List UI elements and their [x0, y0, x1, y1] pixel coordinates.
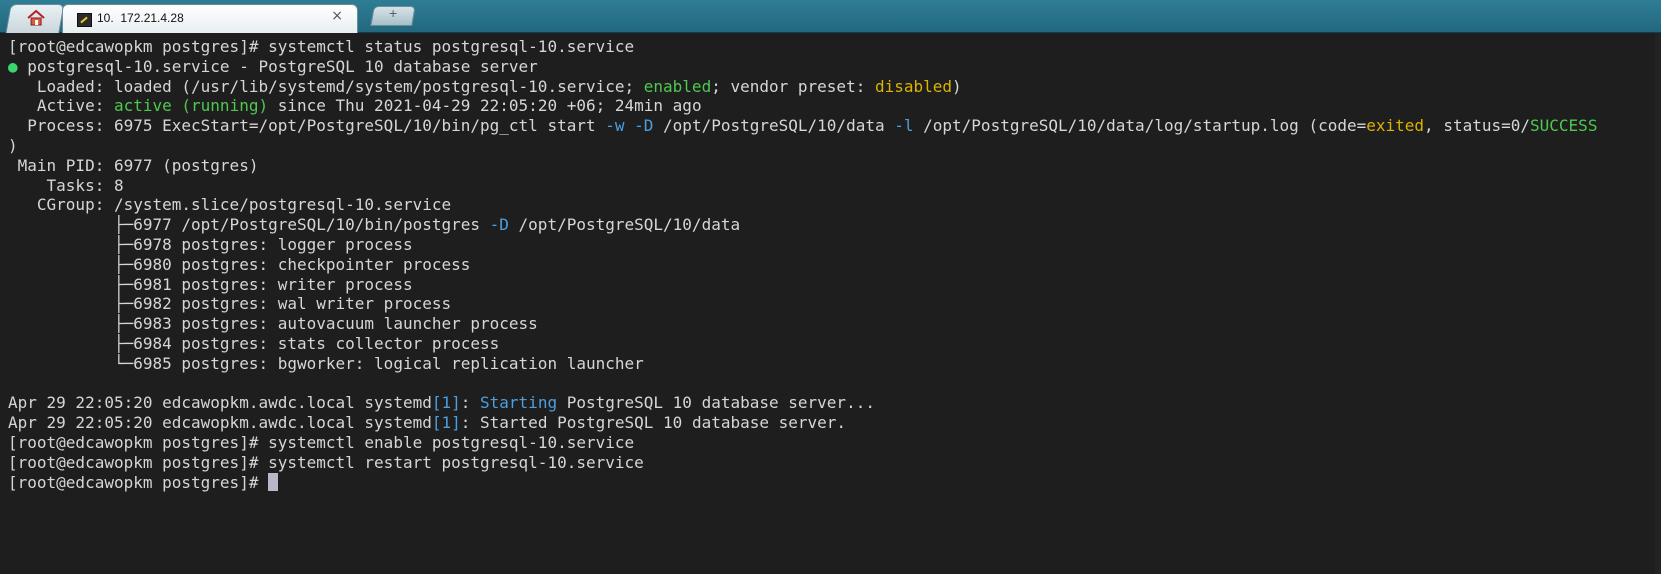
terminal[interactable]: [root@edcawopkm postgres]# systemctl sta… — [0, 33, 1661, 574]
terminal-text: Tasks: 8 — [8, 175, 124, 195]
terminal-text: /opt/PostgreSQL/10/data/log/startup.log … — [913, 116, 1367, 136]
terminal-line: ├─6982 postgres: wal writer process — [8, 294, 1597, 314]
terminal-line: Apr 29 22:05:20 edcawopkm.awdc.local sys… — [8, 393, 1597, 413]
plus-icon: + — [388, 7, 398, 20]
terminal-line: ├─6980 postgres: checkpointer process — [8, 255, 1597, 275]
terminal-line: CGroup: /system.slice/postgresql-10.serv… — [8, 195, 1597, 215]
terminal-output: [root@edcawopkm postgres]# systemctl sta… — [8, 37, 1597, 492]
terminal-text: : Started PostgreSQL 10 database server. — [460, 413, 847, 433]
terminal-text: : — [460, 393, 481, 413]
terminal-text: Process: 6975 ExecStart=/opt/PostgreSQL/… — [8, 116, 606, 136]
terminal-text: ● — [8, 56, 28, 76]
terminal-text: [root@edcawopkm postgres]# systemctl sta… — [8, 37, 635, 56]
terminal-text: active (running) — [113, 96, 269, 116]
terminal-line: ├─6978 postgres: logger process — [8, 235, 1597, 255]
terminal-line: ├─6977 /opt/PostgreSQL/10/bin/postgres -… — [8, 215, 1597, 235]
terminal-text: [1] — [431, 413, 461, 433]
terminal-line: ) — [8, 136, 1597, 156]
terminal-text: PostgreSQL 10 database server... — [557, 393, 875, 413]
terminal-line: └─6985 postgres: bgworker: logical repli… — [8, 354, 1597, 374]
terminal-text: Active: — [8, 96, 114, 116]
terminal-text: Main PID: 6977 (postgres) — [8, 155, 259, 175]
terminal-text: Apr 29 22:05:20 edcawopkm.awdc.local sys… — [8, 393, 432, 413]
home-tab[interactable] — [5, 4, 65, 33]
terminal-text: Starting — [480, 393, 558, 413]
terminal-text: /opt/PostgreSQL/10/data — [508, 215, 741, 235]
terminal-text: since Thu 2021-04-29 22:05:20 +06; 24min… — [268, 96, 702, 116]
terminal-text: ) — [8, 135, 18, 155]
terminal-text: postgresql-10.service - PostgreSQL 10 da… — [27, 56, 538, 76]
terminal-text: ) — [952, 76, 962, 96]
terminal-line: ├─6984 postgres: stats collector process — [8, 334, 1597, 354]
terminal-text: [root@edcawopkm postgres]# — [8, 472, 269, 492]
terminal-line: Apr 29 22:05:20 edcawopkm.awdc.local sys… — [8, 413, 1597, 433]
terminal-line: [root@edcawopkm postgres]# systemctl ena… — [8, 433, 1597, 453]
terminal-text: ├─6984 postgres: stats collector process — [8, 333, 500, 353]
terminal-line: ├─6983 postgres: autovacuum launcher pro… — [8, 314, 1597, 334]
terminal-line: [root@edcawopkm postgres]# systemctl res… — [8, 453, 1597, 473]
close-icon[interactable]: × — [331, 8, 343, 24]
terminal-text: [root@edcawopkm postgres]# systemctl ena… — [8, 432, 635, 452]
terminal-text: ├─6981 postgres: writer process — [8, 274, 413, 294]
terminal-text: ├─6983 postgres: autovacuum launcher pro… — [8, 314, 538, 334]
terminal-line: ● postgresql-10.service - PostgreSQL 10 … — [8, 57, 1597, 77]
terminal-text: /opt/PostgreSQL/10/data — [653, 116, 895, 136]
terminal-text: -l — [894, 116, 914, 136]
scrollbar[interactable] — [1655, 33, 1661, 574]
terminal-cursor — [268, 472, 279, 491]
tab-bar: 10. 172.21.4.28 × + — [0, 0, 1661, 33]
terminal-line: [root@edcawopkm postgres]# systemctl sta… — [8, 37, 1597, 57]
terminal-line: Active: active (running) since Thu 2021-… — [8, 96, 1597, 116]
terminal-text: └─6985 postgres: bgworker: logical repli… — [8, 353, 644, 373]
terminal-text: [root@edcawopkm postgres]# systemctl res… — [8, 452, 644, 472]
terminal-text: Loaded: loaded (/usr/lib/systemd/system/… — [8, 76, 644, 96]
new-tab-button[interactable]: + — [370, 6, 416, 26]
terminal-line: [root@edcawopkm postgres]# — [8, 472, 1597, 493]
terminal-text: disabled — [874, 76, 953, 96]
terminal-text: Apr 29 22:05:20 edcawopkm.awdc.local sys… — [8, 413, 432, 433]
terminal-line: Loaded: loaded (/usr/lib/systemd/system/… — [8, 77, 1597, 97]
terminal-text: ├─6980 postgres: checkpointer process — [8, 254, 471, 274]
tab-session[interactable]: 10. 172.21.4.28 × — [62, 4, 358, 33]
terminal-session-icon — [77, 13, 92, 27]
terminal-text: -w -D — [605, 116, 654, 136]
terminal-text: -D — [489, 215, 509, 235]
terminal-text: SUCCESS — [1530, 116, 1598, 136]
terminal-text: , status=0/ — [1424, 116, 1531, 136]
terminal-line: ├─6981 postgres: writer process — [8, 275, 1597, 295]
terminal-line: Process: 6975 ExecStart=/opt/PostgreSQL/… — [8, 116, 1597, 136]
terminal-line: Main PID: 6977 (postgres) — [8, 156, 1597, 176]
terminal-text: ├─6982 postgres: wal writer process — [8, 294, 452, 314]
tab-title: 10. 172.21.4.28 — [97, 11, 184, 25]
terminal-text: exited — [1366, 116, 1425, 136]
terminal-text: [1] — [431, 393, 461, 413]
home-icon — [27, 10, 45, 26]
terminal-text: ├─6977 /opt/PostgreSQL/10/bin/postgres — [8, 215, 490, 235]
terminal-line: Tasks: 8 — [8, 176, 1597, 196]
terminal-text: CGroup: /system.slice/postgresql-10.serv… — [8, 195, 452, 215]
terminal-text: ; vendor preset: — [711, 76, 875, 96]
terminal-text: ├─6978 postgres: logger process — [8, 234, 413, 254]
terminal-text: enabled — [643, 76, 712, 96]
